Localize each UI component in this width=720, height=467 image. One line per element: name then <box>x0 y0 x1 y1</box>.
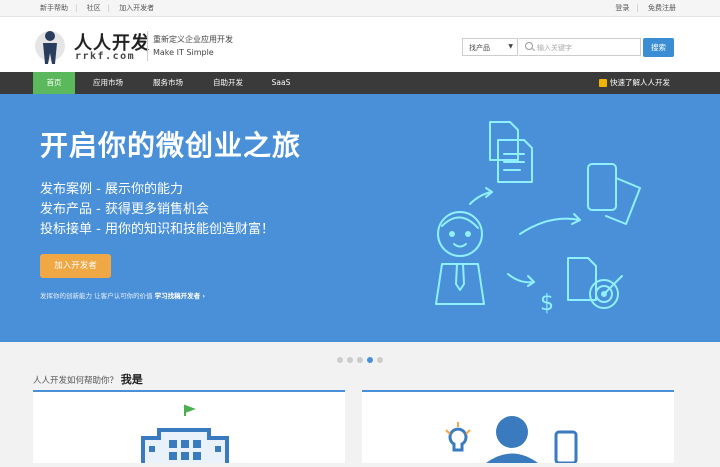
header: 人人开发 rrkf.com 重新定义企业应用开发 Make IT Simple … <box>0 17 720 73</box>
section-heading: 人人开发如何帮助你？ 我是 <box>33 371 143 387</box>
search-placeholder: 输入关键字 <box>537 44 572 52</box>
link-register[interactable]: 免费注册 <box>648 3 676 13</box>
arrow-icon-2 <box>519 217 581 235</box>
hero-foot-text: 发挥你的创新能力 让客户认可你的价值 <box>40 292 153 300</box>
brand-domain: rrkf.com <box>75 51 136 62</box>
search-category-select[interactable]: 找产品 ▼ <box>462 38 518 56</box>
carousel-dot-5[interactable] <box>377 357 383 363</box>
hero-line-1: 发布案例 - 展示你的能力 <box>40 182 183 197</box>
join-developer-button[interactable]: 加入开发者 <box>40 254 111 278</box>
carousel-dot-4[interactable] <box>367 357 373 363</box>
document-icon <box>489 121 533 183</box>
role-card-enterprise[interactable] <box>33 390 345 463</box>
link-community[interactable]: 社区 <box>87 3 101 13</box>
target-icon <box>567 257 623 309</box>
section-emphasis: 我是 <box>120 373 143 386</box>
hero-title: 开启你的微创业之旅 <box>40 129 302 162</box>
role-card-developer[interactable] <box>362 390 674 465</box>
logo-figure-icon[interactable] <box>34 26 66 66</box>
hero-illustration: $ <box>435 121 641 316</box>
search-input[interactable]: 输入关键字 <box>519 38 641 56</box>
nav-item-self-dev[interactable]: 自助开发 <box>204 72 252 94</box>
building-icon <box>141 404 229 463</box>
carousel-indicators <box>0 348 720 367</box>
user-avatar-icon <box>435 211 485 305</box>
developer-icon <box>445 416 578 465</box>
slogan-cn: 重新定义企业应用开发 <box>153 35 233 44</box>
link-join-developer[interactable]: 加入开发者 <box>119 3 154 13</box>
section-question: 人人开发如何帮助你？ <box>33 376 119 386</box>
link-login[interactable]: 登录 <box>615 3 629 13</box>
nav-item-saas[interactable]: SaaS <box>264 72 298 94</box>
hero-line-2: 发布产品 - 获得更多销售机会 <box>40 202 209 217</box>
dollar-icon: $ <box>540 291 554 316</box>
search-category-value: 找产品 <box>469 44 490 52</box>
phone-icon <box>587 163 641 225</box>
divider <box>147 31 148 61</box>
top-links-left: 新手帮助 | 社区 | 加入开发者 <box>40 3 155 13</box>
top-links-right: 登录 | 免费注册 <box>615 3 676 13</box>
quick-intro-label: 快速了解人人开发 <box>610 78 670 87</box>
carousel-dot-1[interactable] <box>337 357 343 363</box>
book-icon <box>599 79 607 87</box>
quick-intro-link[interactable]: 快速了解人人开发 <box>599 72 670 94</box>
slogan-en: Make IT Simple <box>153 48 214 57</box>
top-bar: 新手帮助 | 社区 | 加入开发者 登录 | 免费注册 <box>0 0 720 17</box>
nav-item-app-market[interactable]: 应用市场 <box>84 72 132 94</box>
chevron-down-icon: ▼ <box>508 43 513 50</box>
main-nav: 首页 应用市场 服务市场 自助开发 SaaS 快速了解人人开发 <box>0 72 720 94</box>
hero-foot-link[interactable]: 学习找稿开发者 › <box>155 292 205 300</box>
nav-item-home[interactable]: 首页 <box>33 72 75 94</box>
hero-footnote: 发挥你的创新能力 让客户认可你的价值 学习找稿开发者 › <box>40 290 205 300</box>
hero-line-3: 投标接单 - 用你的知识和技能创造财富！ <box>40 222 274 237</box>
search-button[interactable]: 搜索 <box>643 38 674 57</box>
search-icon <box>525 42 533 50</box>
carousel-dot-2[interactable] <box>347 357 353 363</box>
link-help[interactable]: 新手帮助 <box>40 3 68 13</box>
carousel-dot-3[interactable] <box>357 357 363 363</box>
hero-banner: 开启你的微创业之旅 发布案例 - 展示你的能力 发布产品 - 获得更多销售机会 … <box>0 94 720 342</box>
nav-item-service-market[interactable]: 服务市场 <box>144 72 192 94</box>
